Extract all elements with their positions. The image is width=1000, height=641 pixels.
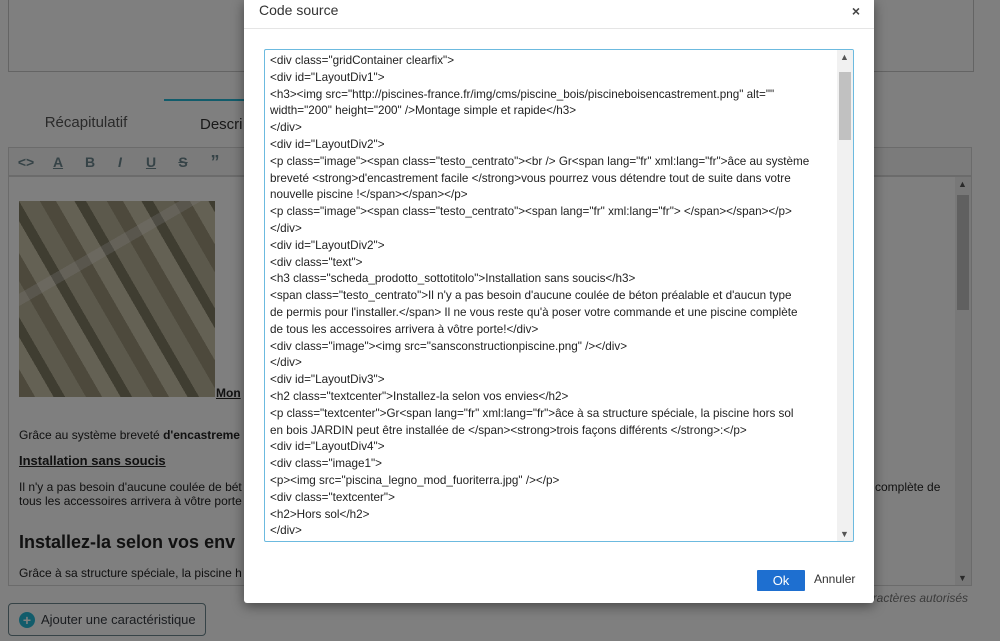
code-line: <div class="gridContainer clearfix">	[270, 54, 455, 67]
code-lines: <div class="gridContainer clearfix"> <div…	[270, 53, 836, 540]
code-line: <h3><img src="http://piscines-france.fr/…	[270, 87, 775, 101]
code-line: <h3 class="scheda_prodotto_sottotitolo">…	[270, 272, 636, 286]
ok-button[interactable]: Ok	[757, 570, 805, 591]
code-line: <div id="LayoutDiv1">	[270, 70, 385, 84]
code-line: width="200" height="200" />Montage simpl…	[270, 104, 577, 118]
code-line: <div id="LayoutDiv2">	[270, 238, 385, 252]
code-line: nouvelle piscine !</span></span></p>	[270, 188, 468, 202]
scroll-up-icon[interactable]: ▲	[840, 52, 849, 62]
code-line: <div id="LayoutDiv3">	[270, 373, 385, 387]
code-line: de tous les accessoires arrivera à vôtre…	[270, 322, 539, 336]
code-line: <p class="image"><span class="testo_cent…	[270, 205, 792, 219]
code-line: </div>	[270, 524, 302, 538]
code-scrollbar[interactable]: ▲ ▼	[837, 50, 853, 541]
code-line: <div class="textcenter">	[270, 490, 395, 504]
code-line: <h2 class="textcenter">Installez-la selo…	[270, 389, 569, 403]
scroll-down-icon[interactable]: ▼	[840, 529, 849, 539]
code-line: breveté <strong>d'encastrement facile </…	[270, 171, 791, 185]
code-line: <h2>Hors sol</h2>	[270, 507, 370, 521]
cancel-button[interactable]: Annuler	[814, 572, 855, 586]
code-line: </div>	[270, 121, 302, 135]
code-line: </div>	[270, 356, 302, 370]
code-line: <span class="testo_centrato">Il n'y a pa…	[270, 289, 792, 303]
code-line: <p class="textcenter">Gr<span lang="fr" …	[270, 406, 794, 420]
code-line: <div class="image1">	[270, 457, 382, 471]
code-line: <p class="image"><span class="testo_cent…	[270, 154, 810, 168]
code-line: <div id="LayoutDiv4">	[270, 440, 385, 454]
code-line: <p><img src="piscina_legno_mod_fuoriterr…	[270, 473, 560, 487]
source-code-dialog: Code source × <div class="gridContainer …	[244, 0, 874, 603]
code-line: de permis pour l'installer.</span> Il ne…	[270, 305, 798, 319]
close-icon[interactable]: ×	[852, 3, 860, 19]
dialog-header: Code source ×	[244, 0, 874, 29]
code-line: en bois JARDIN peut être installée de </…	[270, 423, 747, 437]
code-line: <div class="text">	[270, 255, 363, 269]
code-line: <div id="LayoutDiv2">	[270, 137, 385, 151]
code-line: <div class="image"><img src="sansconstru…	[270, 339, 628, 353]
dialog-title: Code source	[259, 2, 339, 18]
code-line: </div>	[270, 221, 302, 235]
source-code-textarea[interactable]: <div class="gridContainer clearfix"> <div…	[264, 49, 854, 542]
code-scroll-thumb[interactable]	[839, 72, 851, 140]
